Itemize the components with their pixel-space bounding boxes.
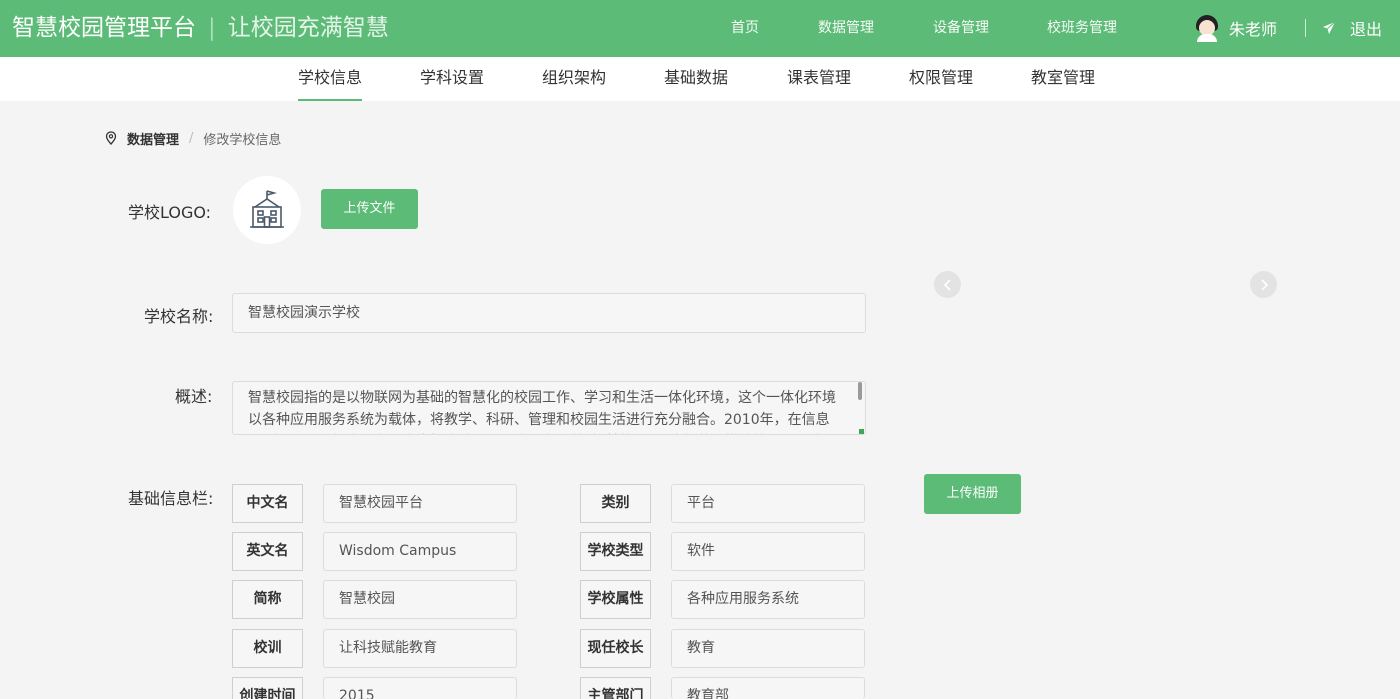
info-label-school-type: 学校类型 bbox=[580, 532, 651, 571]
breadcrumb-separator: / bbox=[189, 130, 194, 146]
breadcrumb: 数据管理 / 修改学校信息 bbox=[105, 128, 281, 148]
info-input-category[interactable]: 平台 bbox=[671, 484, 865, 523]
nav-item-data-management[interactable]: 数据管理 bbox=[818, 0, 874, 57]
info-label-department: 主管部门 bbox=[580, 677, 651, 699]
nav-item-home[interactable]: 首页 bbox=[731, 0, 759, 57]
nav-item-device-management[interactable]: 设备管理 bbox=[933, 0, 989, 57]
breadcrumb-current: 修改学校信息 bbox=[203, 132, 282, 148]
logo-label: 学校LOGO: bbox=[128, 203, 212, 222]
breadcrumb-data-management[interactable]: 数据管理 bbox=[127, 129, 179, 148]
top-header: 智慧校园管理平台 | 让校园充满智慧 首页 数据管理 设备管理 校班务管理 朱老师 … bbox=[0, 0, 1400, 57]
user-name: 朱老师 bbox=[1229, 20, 1278, 39]
info-input-motto[interactable]: 让科技赋能教育 bbox=[323, 629, 517, 668]
chevron-left-icon bbox=[943, 278, 951, 291]
textarea-resize-handle[interactable] bbox=[859, 429, 864, 434]
info-label-school-attribute: 学校属性 bbox=[580, 580, 651, 619]
app-slogan: 让校园充满智慧 bbox=[227, 15, 389, 41]
upload-album-button[interactable]: 上传相册 bbox=[924, 474, 1021, 514]
school-name-label: 学校名称: bbox=[144, 307, 214, 326]
carousel-next-button[interactable] bbox=[1250, 271, 1277, 298]
upload-file-button[interactable]: 上传文件 bbox=[321, 189, 418, 229]
info-input-department[interactable]: 教育部 bbox=[671, 677, 865, 699]
tab-school-info[interactable]: 学校信息 bbox=[298, 57, 363, 101]
info-label-founded: 创建时间 bbox=[232, 677, 303, 699]
location-pin-icon bbox=[105, 131, 117, 145]
user-menu[interactable]: 朱老师 bbox=[1195, 13, 1277, 43]
summary-scrollbar[interactable] bbox=[858, 382, 862, 400]
header-divider bbox=[1305, 19, 1306, 37]
brand: 智慧校园管理平台 | 让校园充满智慧 bbox=[12, 0, 389, 57]
sub-nav: 学校信息 学科设置 组织架构 基础数据 课表管理 权限管理 教室管理 bbox=[0, 57, 1400, 101]
carousel-prev-button[interactable] bbox=[934, 271, 961, 298]
avatar bbox=[1195, 14, 1219, 42]
tab-subject-settings[interactable]: 学科设置 bbox=[420, 57, 484, 101]
info-input-founded[interactable]: 2015 bbox=[323, 677, 517, 699]
logout-button[interactable]: 退出 bbox=[1322, 13, 1382, 43]
paper-plane-icon bbox=[1323, 21, 1336, 34]
summary-textarea[interactable]: 智慧校园指的是以物联网为基础的智慧化的校园工作、学习和生活一体化环境，这个一体化… bbox=[232, 381, 866, 435]
logout-label: 退出 bbox=[1350, 20, 1383, 39]
school-logo bbox=[233, 176, 301, 244]
info-label-principal: 现任校长 bbox=[580, 629, 651, 668]
info-label-english-name: 英文名 bbox=[232, 532, 303, 571]
info-label-motto: 校训 bbox=[232, 629, 303, 668]
info-input-principal[interactable]: 教育 bbox=[671, 629, 865, 668]
info-input-chinese-name[interactable]: 智慧校园平台 bbox=[323, 484, 517, 523]
nav-item-class-management[interactable]: 校班务管理 bbox=[1047, 0, 1117, 57]
info-label-chinese-name: 中文名 bbox=[232, 484, 303, 523]
summary-label: 概述: bbox=[175, 387, 213, 406]
tab-timetable[interactable]: 课表管理 bbox=[787, 57, 851, 101]
school-building-icon bbox=[250, 190, 284, 228]
tab-classrooms[interactable]: 教室管理 bbox=[1031, 57, 1095, 101]
info-input-school-attribute[interactable]: 各种应用服务系统 bbox=[671, 580, 865, 619]
basic-info-label: 基础信息栏: bbox=[128, 489, 214, 508]
app-title: 智慧校园管理平台 bbox=[12, 15, 196, 41]
tab-basic-data[interactable]: 基础数据 bbox=[664, 57, 728, 101]
info-input-school-type[interactable]: 软件 bbox=[671, 532, 865, 571]
tab-organization[interactable]: 组织架构 bbox=[542, 57, 606, 101]
info-input-short-name[interactable]: 智慧校园 bbox=[323, 580, 517, 619]
info-input-english-name[interactable]: Wisdom Campus bbox=[323, 532, 517, 571]
title-separator: | bbox=[208, 15, 216, 41]
info-label-short-name: 简称 bbox=[232, 580, 303, 619]
chevron-right-icon bbox=[1260, 278, 1268, 291]
tab-permissions[interactable]: 权限管理 bbox=[909, 57, 973, 101]
school-name-input[interactable]: 智慧校园演示学校 bbox=[232, 293, 866, 333]
info-label-category: 类别 bbox=[580, 484, 651, 523]
